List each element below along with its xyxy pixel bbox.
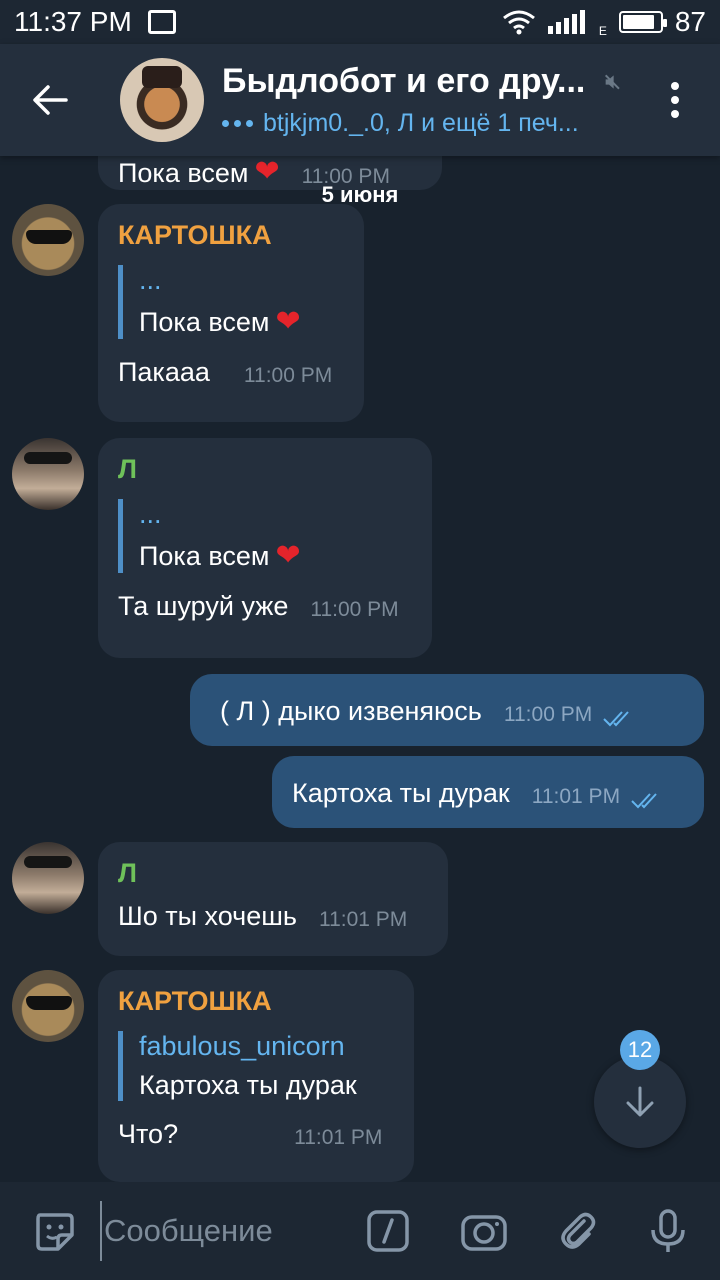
avatar-l[interactable]	[12, 842, 84, 914]
reply-text-content: Пока всем	[139, 541, 270, 571]
microphone-icon	[651, 1209, 685, 1252]
wifi-icon	[502, 10, 535, 35]
avatar-kartoshka[interactable]	[12, 970, 84, 1042]
chat-info[interactable]: Быдлобот и его дру... btjkjm0._.0, Л и е…	[222, 62, 622, 138]
chat-avatar[interactable]	[120, 58, 204, 142]
message-time: 11:00 PM	[503, 703, 593, 726]
voice-message-button[interactable]	[632, 1182, 704, 1280]
double-check-icon	[631, 793, 657, 809]
message-text: Пакааа	[118, 357, 210, 387]
reply-quote[interactable]: ... Пока всем ❤	[118, 265, 344, 339]
dot	[671, 110, 679, 118]
status-icons: E 87	[502, 6, 706, 38]
slash-command-icon	[367, 1210, 409, 1252]
avatar-l[interactable]	[12, 438, 84, 510]
sender-name[interactable]: Л	[118, 454, 412, 485]
typing-indicator-icon	[222, 120, 253, 127]
message-text: Шо ты хочешь	[118, 901, 297, 931]
double-check-icon	[603, 711, 629, 727]
avatar-kartoshka[interactable]	[12, 204, 84, 276]
dot	[671, 96, 679, 104]
battery-fill	[622, 15, 655, 29]
message-bubble-outgoing[interactable]: ( Л ) дыко извеняюсь 11:00 PM	[190, 674, 704, 746]
message-bubble[interactable]: КАРТОШКА ... Пока всем ❤ Пакааа 11:00 PM	[98, 204, 364, 422]
message-input[interactable]	[100, 1201, 332, 1261]
reply-text: Картоха ты дурак	[139, 1070, 357, 1100]
paperclip-icon	[561, 1212, 596, 1249]
sender-name[interactable]: КАРТОШКА	[118, 220, 344, 251]
message-time: 11:01 PM	[531, 785, 621, 808]
message-time: 11:00 PM	[243, 364, 333, 387]
image-notification-icon	[147, 10, 176, 34]
heart-emoji-icon: ❤	[275, 305, 301, 338]
reply-quote[interactable]: ... Пока всем ❤	[118, 499, 412, 573]
muted-icon	[605, 74, 621, 89]
reply-text: Пока всем ❤	[139, 304, 344, 339]
signal-icon	[547, 10, 585, 34]
reply-sender: ...	[139, 499, 162, 529]
emoji-button[interactable]	[18, 1182, 90, 1280]
message-time: 11:00 PM	[310, 598, 399, 621]
date-separator: 5 июня	[321, 182, 399, 207]
message-bubble[interactable]: Л ... Пока всем ❤ Та шуруй уже 11:00 PM	[98, 438, 432, 658]
message-input-bar	[0, 1182, 720, 1280]
chat-subtitle-row: btjkjm0._.0, Л и ещё 1 печ...	[222, 109, 622, 138]
back-button[interactable]	[0, 44, 100, 156]
sender-name[interactable]: КАРТОШКА	[118, 986, 394, 1017]
message-text: Что?	[118, 1119, 179, 1149]
heart-emoji-icon: ❤	[275, 539, 301, 572]
chat-title: Быдлобот и его дру...	[222, 62, 586, 100]
more-options-button[interactable]	[630, 44, 720, 156]
reply-text-content: Пока всем	[139, 307, 270, 337]
bot-commands-button[interactable]	[352, 1182, 424, 1280]
sender-name[interactable]: Л	[118, 858, 428, 889]
camera-button[interactable]	[448, 1182, 520, 1280]
attach-button[interactable]	[542, 1182, 614, 1280]
status-time: 11:37 PM	[14, 6, 132, 37]
message-bubble[interactable]: КАРТОШКА fabulous_unicorn Картоха ты дур…	[98, 970, 414, 1182]
sticker-icon	[36, 1213, 74, 1251]
unread-count-badge: 12	[620, 1030, 660, 1070]
chat-subtitle: btjkjm0._.0, Л и ещё 1 печ...	[263, 109, 579, 137]
chat-title-row: Быдлобот и его дру...	[222, 62, 622, 101]
status-bar: 11:37 PM E 87	[0, 0, 720, 44]
network-type: E	[598, 24, 607, 38]
camera-icon	[461, 1215, 507, 1251]
message-bubble[interactable]: Л Шо ты хочешь 11:01 PM	[98, 842, 448, 956]
reply-sender: ...	[139, 265, 162, 295]
message-time: 11:01 PM	[318, 908, 408, 931]
message-bubble-outgoing[interactable]: Картоха ты дурак 11:01 PM	[272, 756, 704, 828]
reply-text: Пока всем ❤	[139, 538, 412, 573]
arrow-down-icon	[626, 1086, 654, 1117]
arrow-left-icon	[33, 85, 68, 115]
chat-header: Быдлобот и его дру... btjkjm0._.0, Л и е…	[0, 44, 720, 156]
message-time: 11:01 PM	[294, 1126, 383, 1149]
dot	[671, 82, 679, 90]
reply-sender: fabulous_unicorn	[139, 1031, 345, 1061]
message-text: Та шуруй уже	[118, 591, 289, 621]
message-text: ( Л ) дыко извеняюсь	[220, 696, 482, 726]
battery-percent: 87	[674, 6, 706, 37]
message-text: Картоха ты дурак	[292, 778, 510, 808]
reply-quote[interactable]: fabulous_unicorn Картоха ты дурак	[118, 1031, 394, 1101]
battery-icon	[618, 11, 667, 33]
